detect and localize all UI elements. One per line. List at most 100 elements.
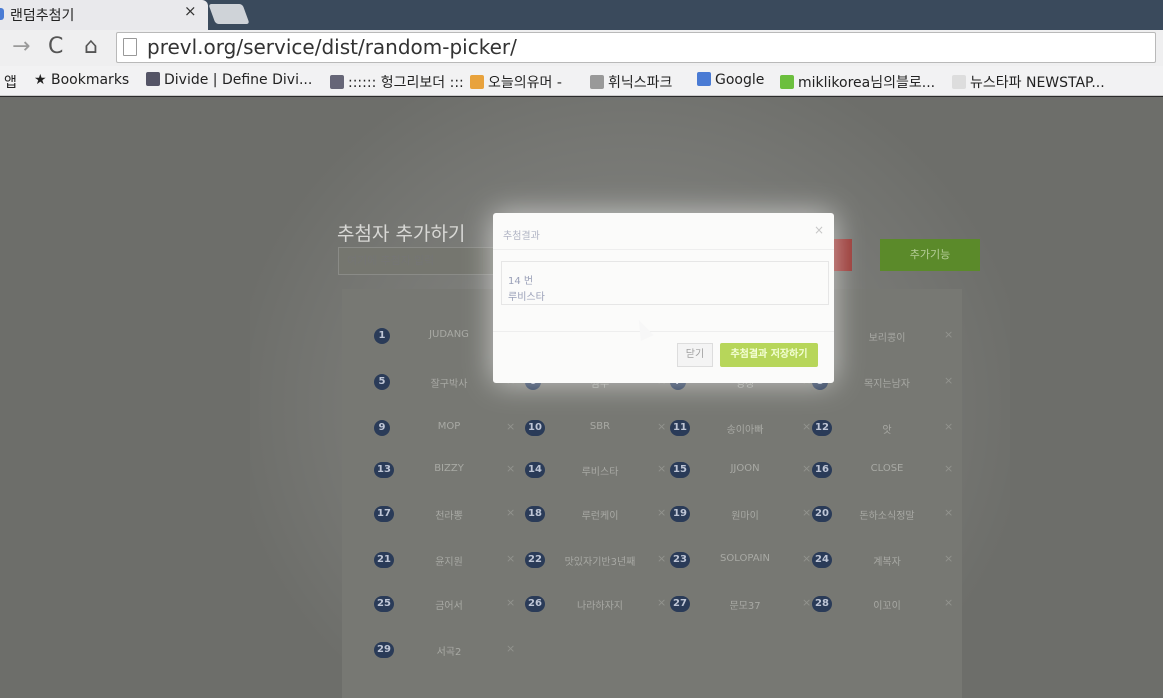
bookmark-todayhumor[interactable]: 오늘의유머 - (470, 72, 562, 92)
entry-number-badge: 17 (374, 506, 394, 522)
remove-entry-icon[interactable]: × (802, 506, 811, 519)
extra-features-button[interactable]: 추가기능 (880, 239, 980, 271)
new-tab-button[interactable] (208, 4, 250, 24)
entry-name: 나라하자지 (577, 601, 623, 612)
list-item: 4보리콩이× (812, 327, 962, 347)
bookmark-newstapa[interactable]: 뉴스타파 NEWSTAP... (952, 72, 1105, 92)
tab-random-picker[interactable]: 랜덤추첨기 × (0, 0, 208, 30)
remove-entry-icon[interactable]: × (657, 420, 666, 433)
list-item: 9 MOP × (374, 419, 524, 439)
entry-name: 앗 (882, 425, 892, 436)
entry-number-badge: 28 (812, 596, 832, 612)
remove-entry-icon[interactable]: × (657, 506, 666, 519)
home-icon[interactable]: ⌂ (84, 34, 98, 59)
entry-name: 윤지원 (435, 557, 463, 568)
entry-number-badge: 22 (525, 552, 545, 568)
list-item: 16 CLOSE × (812, 461, 962, 481)
entry-name: SBR (589, 421, 611, 432)
entry-number-badge: 18 (525, 506, 545, 522)
remove-entry-icon[interactable]: × (802, 596, 811, 609)
list-item: 28 이꼬이 × (812, 595, 962, 615)
bookmark-favicon-icon (590, 75, 604, 89)
divider (493, 249, 834, 250)
remove-entry-icon[interactable]: × (944, 506, 953, 519)
remove-entry-icon[interactable]: × (506, 552, 515, 565)
entry-number-badge: 25 (374, 596, 394, 612)
entry-name: 루런케이 (581, 511, 619, 522)
entry-number-badge: 12 (812, 420, 832, 436)
list-item: 10 SBR × (525, 419, 675, 439)
entry-name: 돈하소식정말 (859, 511, 915, 522)
forward-icon[interactable]: → (12, 34, 30, 59)
entry-number-badge: 5 (374, 374, 390, 390)
entry-number-badge: 14 (525, 462, 545, 478)
entry-number-badge: 29 (374, 642, 394, 658)
close-button[interactable]: 닫기 (677, 343, 713, 367)
list-item: 14 루비스타 × (525, 461, 675, 481)
url-text[interactable]: prevl.org/service/dist/random-picker/ (147, 35, 517, 59)
bookmark-divide[interactable]: Divide | Define Divi... (146, 72, 312, 88)
remove-entry-icon[interactable]: × (944, 374, 953, 387)
entry-number-badge: 16 (812, 462, 832, 478)
entry-number-badge: 27 (670, 596, 690, 612)
remove-entry-icon[interactable]: × (506, 596, 515, 609)
bookmark-favicon-icon (780, 75, 794, 89)
bookmark-bookmarks[interactable]: ★ Bookmarks (34, 72, 129, 88)
entry-name: 송이아빠 (726, 425, 764, 436)
favicon-icon (0, 8, 4, 20)
address-bar[interactable]: prevl.org/service/dist/random-picker/ (116, 32, 1156, 63)
remove-entry-icon[interactable]: × (802, 552, 811, 565)
remove-entry-icon[interactable]: × (506, 506, 515, 519)
remove-entry-icon[interactable]: × (657, 596, 666, 609)
bookmark-favicon-icon (146, 72, 160, 86)
list-item: 29 서곡2 × (374, 641, 524, 661)
reload-icon[interactable]: C (48, 34, 63, 59)
entry-name: SOLOPAIN (720, 553, 770, 564)
save-result-button[interactable]: 추첨결과 저장하기 (720, 343, 818, 367)
tab-title: 랜덤추첨기 (10, 8, 75, 24)
bookmark-phoenixpark[interactable]: 휘닉스파크 (590, 72, 672, 92)
remove-entry-icon[interactable]: × (944, 420, 953, 433)
list-item: 18 루런케이 × (525, 505, 675, 525)
remove-entry-icon[interactable]: × (944, 552, 953, 565)
entry-number-badge: 10 (525, 420, 545, 436)
entry-number-badge: 1 (374, 328, 390, 344)
entry-number-badge: 15 (670, 462, 690, 478)
remove-entry-icon[interactable]: × (506, 420, 515, 433)
entry-number-badge: 23 (670, 552, 690, 568)
remove-entry-icon[interactable]: × (657, 552, 666, 565)
bookmark-miklikorea[interactable]: miklikorea님의블로... (780, 72, 935, 92)
entry-number-badge: 19 (670, 506, 690, 522)
bookmark-hungryboarder[interactable]: :::::: 헝그리보더 ::: (330, 72, 464, 92)
remove-entry-icon[interactable]: × (506, 462, 515, 475)
list-item: 23 SOLOPAIN × (670, 551, 820, 571)
remove-entry-icon[interactable]: × (944, 462, 953, 475)
remove-entry-icon[interactable]: × (802, 462, 811, 475)
entry-name: 원마이 (731, 511, 759, 522)
remove-entry-icon[interactable]: × (657, 462, 666, 475)
remove-entry-icon[interactable]: × (944, 328, 953, 341)
remove-entry-icon[interactable]: × (944, 596, 953, 609)
list-item: 27 문모37 × (670, 595, 820, 615)
tab-close-icon[interactable]: × (184, 2, 197, 20)
entry-name: 문모37 (729, 601, 761, 612)
entry-number-badge: 21 (374, 552, 394, 568)
entrant-input[interactable] (338, 247, 498, 275)
entry-name: MOP (437, 421, 461, 432)
remove-entry-icon[interactable]: × (802, 420, 811, 433)
list-item: 19 원마이 × (670, 505, 820, 525)
bookmark-favicon-icon (952, 75, 966, 89)
list-item: 22 맛있자기반3년째 × (525, 551, 675, 571)
entry-name: CLOSE (870, 463, 904, 474)
entry-number-badge: 26 (525, 596, 545, 612)
bookmark-apps[interactable]: 앱 (4, 72, 17, 92)
bookmark-google[interactable]: Google (697, 72, 764, 88)
remove-entry-icon[interactable]: × (506, 642, 515, 655)
list-item: 15 JJOON × (670, 461, 820, 481)
entry-name: 목지는남자 (864, 379, 910, 390)
modal-close-icon[interactable]: × (814, 223, 824, 237)
result-box: 14 번 루비스타 (501, 261, 829, 305)
bookmark-favicon-icon (330, 75, 344, 89)
list-item: 21 윤지원 × (374, 551, 524, 571)
modal-title: 추첨결과 (503, 231, 540, 242)
